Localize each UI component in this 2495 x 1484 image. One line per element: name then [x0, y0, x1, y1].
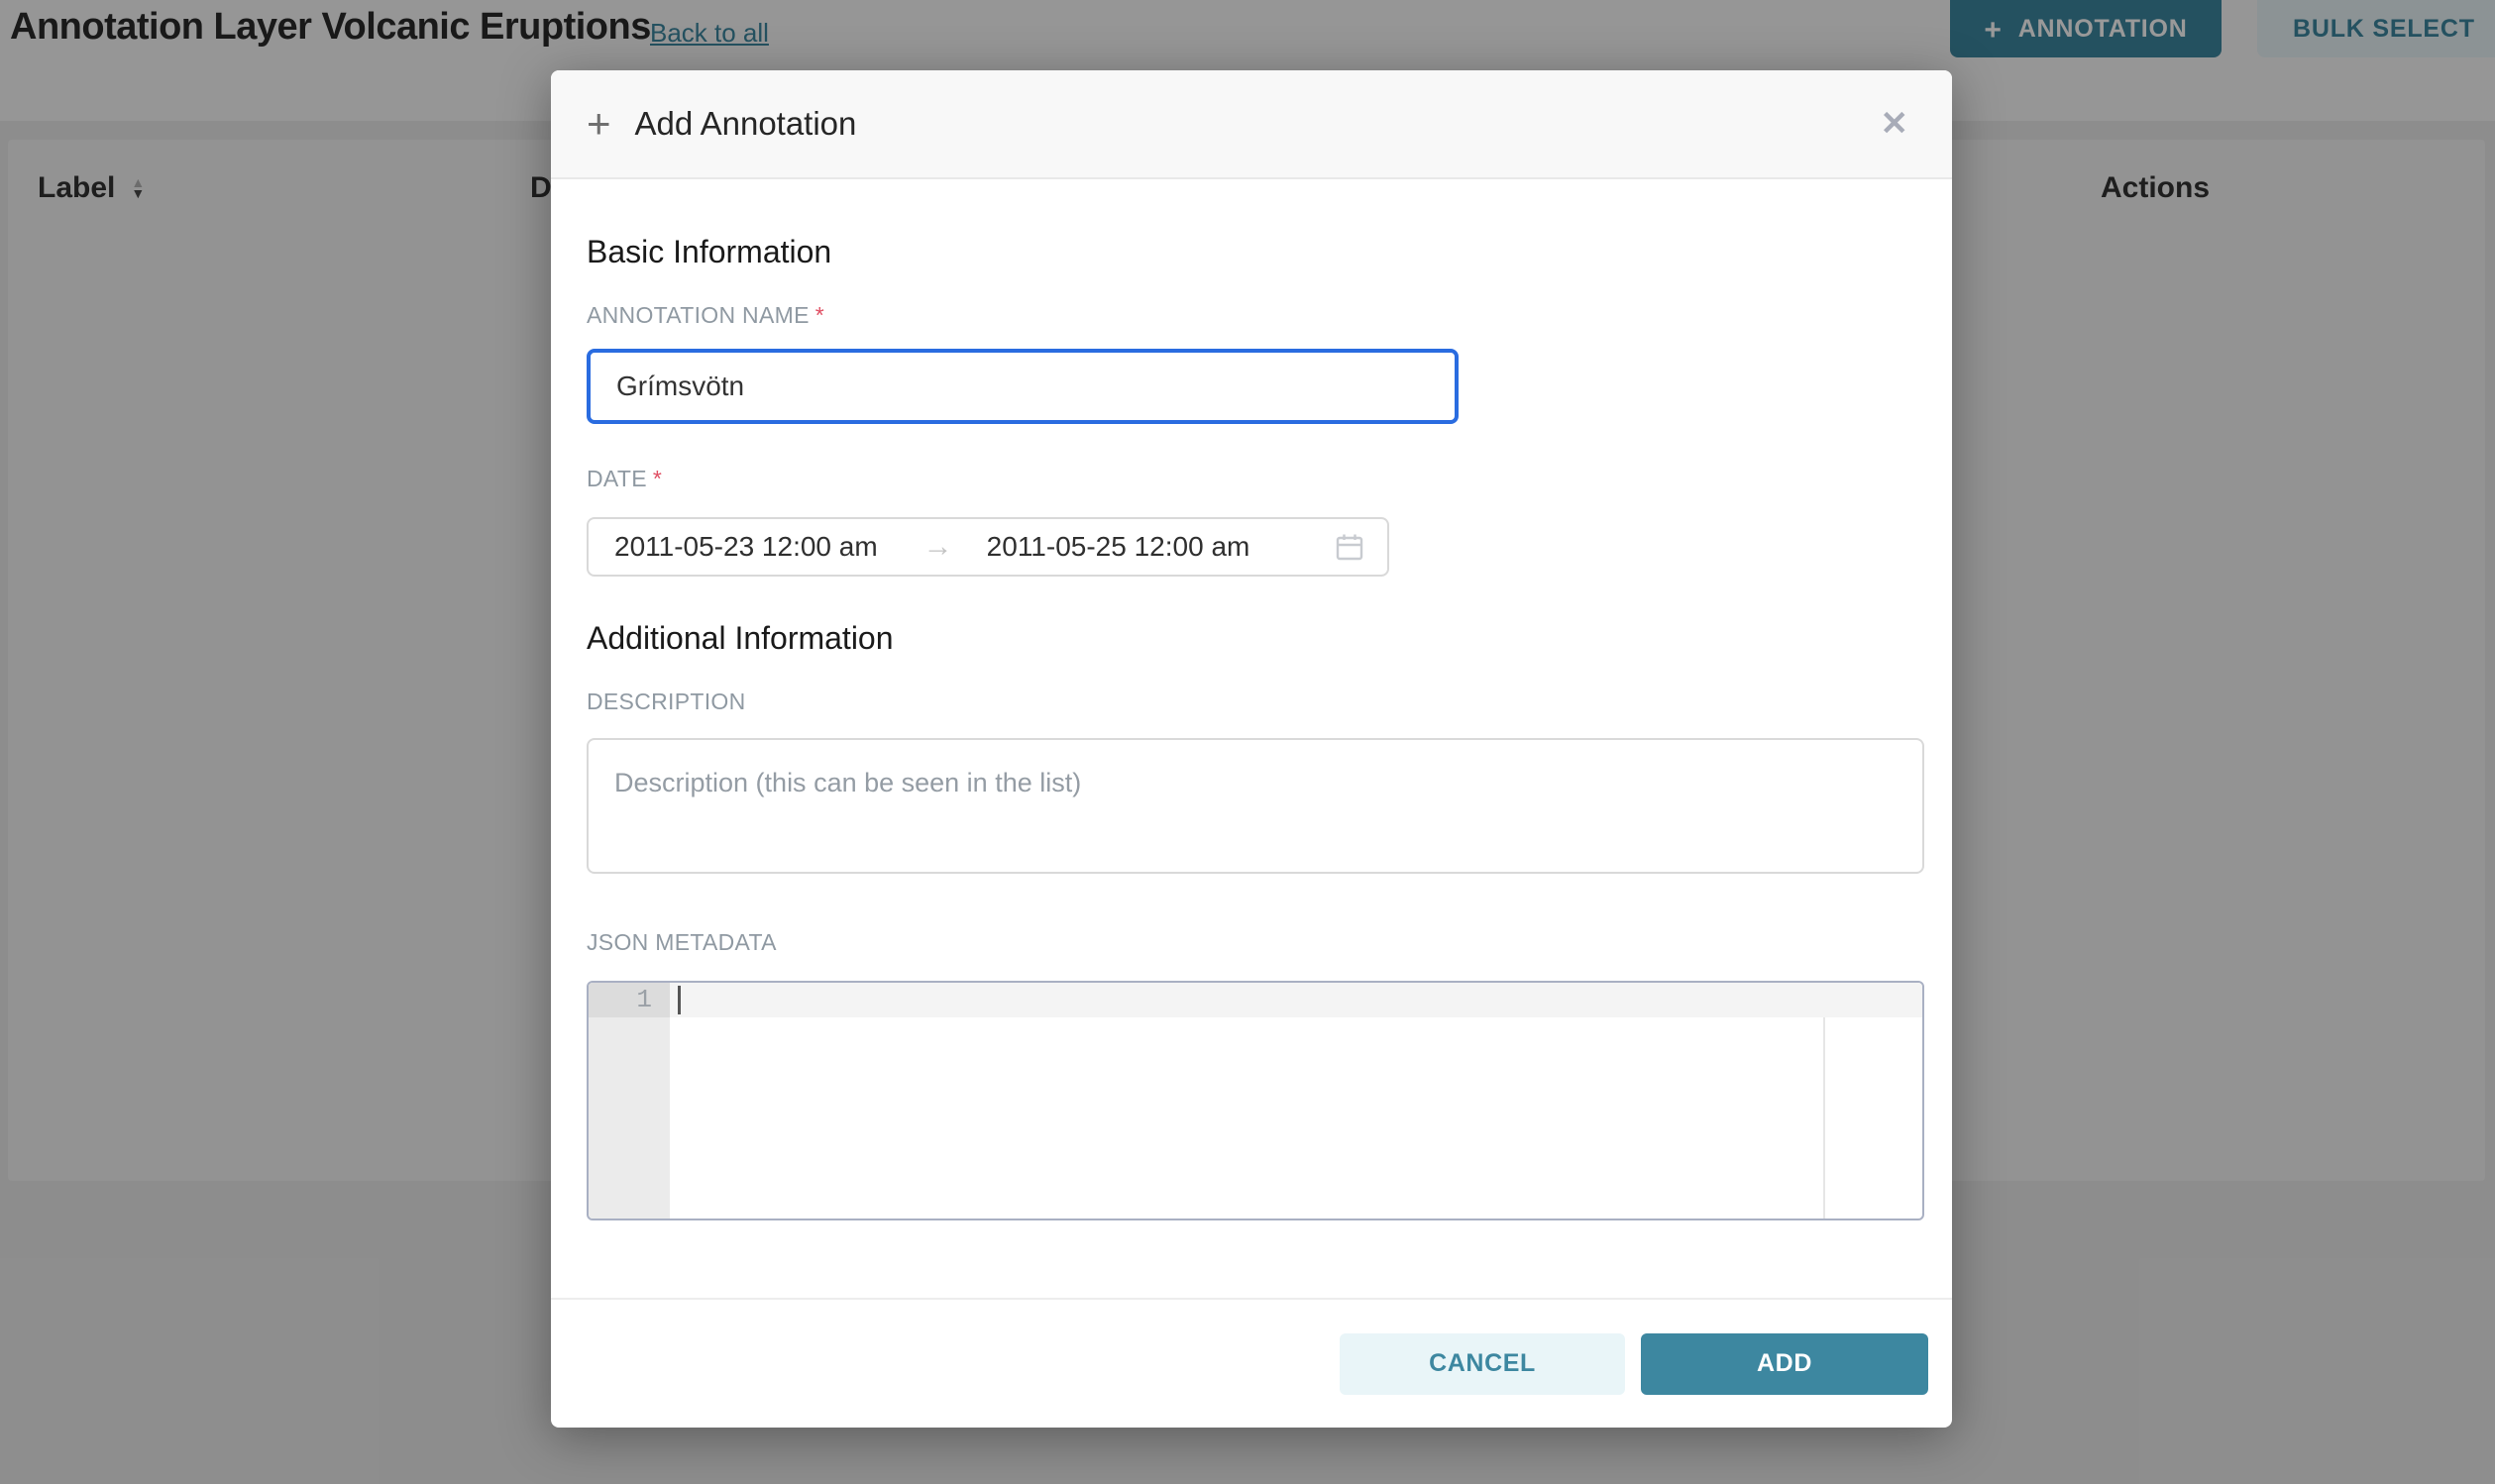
annotation-name-input[interactable]	[587, 349, 1459, 424]
calendar-icon	[1334, 531, 1365, 563]
app-root: Annotation Layer Volcanic Eruptions Back…	[0, 0, 2495, 1484]
json-metadata-label: JSON METADATA	[587, 929, 1916, 955]
required-asterisk: *	[815, 302, 824, 328]
editor-print-margin	[1823, 1017, 1825, 1219]
modal-body: Basic Information ANNOTATION NAME* DATE*…	[551, 233, 1952, 1220]
annotation-name-label-text: ANNOTATION NAME	[587, 302, 810, 328]
date-end-value[interactable]: 2011-05-25 12:00 am	[987, 531, 1250, 563]
editor-active-line	[670, 983, 1922, 1017]
cancel-button[interactable]: CANCEL	[1340, 1333, 1625, 1395]
editor-line-number: 1	[589, 983, 670, 1017]
editor-cursor	[678, 986, 681, 1014]
description-label: DESCRIPTION	[587, 689, 1916, 714]
editor-gutter	[589, 983, 670, 1219]
modal-footer: CANCEL ADD	[551, 1298, 1952, 1428]
date-label-text: DATE	[587, 466, 647, 491]
add-button[interactable]: ADD	[1641, 1333, 1928, 1395]
close-icon[interactable]: ✕	[1881, 107, 1909, 141]
arrow-right-icon: →	[923, 530, 953, 564]
date-range-picker[interactable]: 2011-05-23 12:00 am → 2011-05-25 12:00 a…	[587, 517, 1389, 577]
section-heading-basic: Basic Information	[587, 233, 1916, 270]
add-annotation-modal: + Add Annotation ✕ Basic Information ANN…	[551, 70, 1952, 1428]
modal-title: Add Annotation	[635, 105, 857, 143]
description-textarea[interactable]	[587, 738, 1924, 874]
section-heading-additional: Additional Information	[587, 619, 1916, 657]
date-label: DATE*	[587, 466, 1916, 491]
json-metadata-editor[interactable]: 1	[587, 981, 1924, 1220]
date-start-value[interactable]: 2011-05-23 12:00 am	[614, 531, 878, 563]
plus-icon: +	[587, 103, 611, 145]
annotation-name-label: ANNOTATION NAME*	[587, 302, 1916, 328]
required-asterisk: *	[653, 466, 662, 491]
modal-header: + Add Annotation ✕	[551, 70, 1952, 179]
